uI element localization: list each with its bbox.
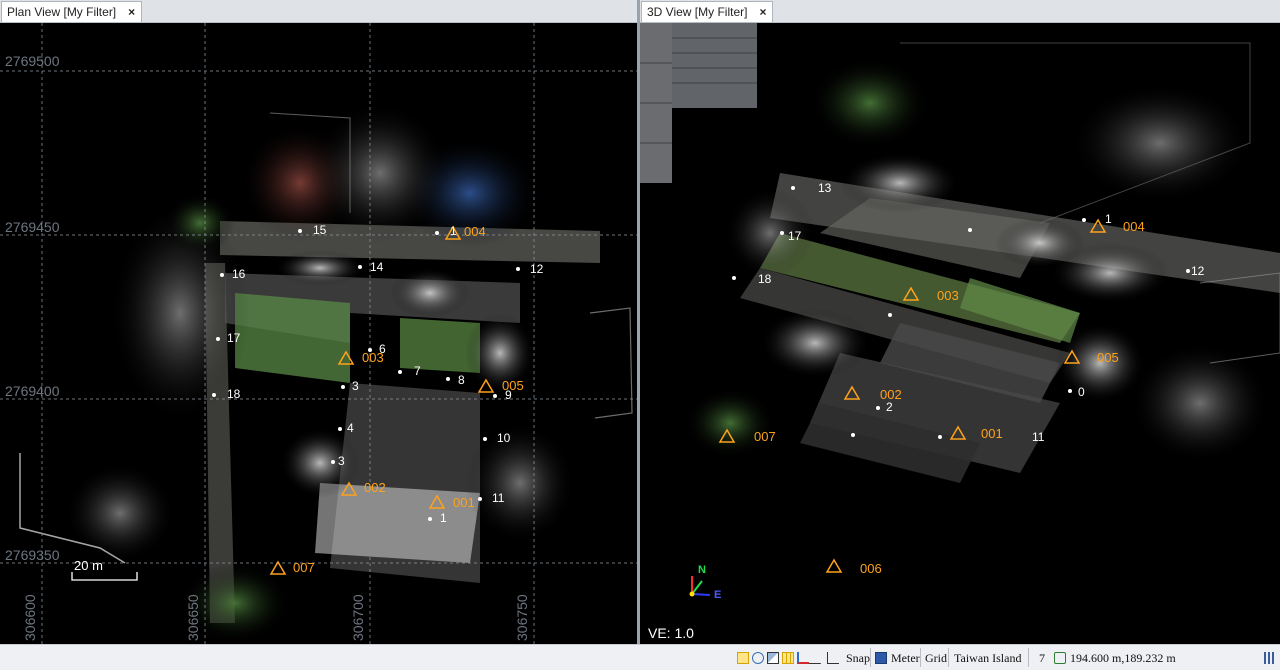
point-label: 12: [530, 262, 544, 276]
cursor-coordinates-text: 194.600 m,189.232 m: [1070, 650, 1176, 665]
point-label: 18: [227, 387, 241, 401]
grid-snap-icon[interactable]: [782, 652, 794, 664]
point-label: 16: [232, 267, 246, 281]
point-label: 1: [440, 511, 447, 525]
orbit-icon[interactable]: [752, 652, 764, 664]
cursor-position-icon: [1054, 652, 1066, 664]
close-icon[interactable]: ×: [128, 5, 135, 19]
plan-view-pane: Plan View [My Filter] × 2769500 2769450 …: [0, 0, 637, 644]
point-label: 17: [227, 331, 241, 345]
point-label: 4: [347, 421, 354, 435]
status-separator: [948, 648, 949, 667]
station-label[interactable]: 007: [293, 560, 315, 575]
units-label: Meter: [891, 650, 920, 665]
station-label[interactable]: 002: [364, 480, 386, 495]
point-label: 8: [458, 373, 465, 387]
tab-3d-view[interactable]: 3D View [My Filter] ×: [641, 1, 774, 22]
scale-label: 20 m: [74, 558, 103, 573]
status-bar: Snap Meter Grid Taiwan Island 7 194.600 …: [0, 644, 1280, 670]
units-control[interactable]: Meter: [875, 650, 920, 666]
easting-label: 306650: [185, 594, 201, 641]
point-label: 1: [1105, 212, 1112, 226]
resize-grip[interactable]: [1264, 650, 1276, 666]
point-label: 3: [352, 379, 359, 393]
cursor-coordinates: 194.600 m,189.232 m: [1054, 650, 1176, 666]
plan-view-tabstrip: Plan View [My Filter] ×: [0, 0, 637, 23]
station-label[interactable]: 001: [453, 495, 475, 510]
axis-triad: [689, 576, 711, 597]
status-separator: [1028, 648, 1029, 667]
view-3d-pane: 3D View [My Filter] × N E VE: 1.0 004 00…: [640, 0, 1280, 644]
station-label[interactable]: 001: [981, 426, 1003, 441]
tab-3d-view-title: 3D View [My Filter]: [647, 5, 748, 19]
axis-e-label: E: [714, 589, 722, 601]
point-label: 17: [788, 229, 802, 243]
point-label: 18: [758, 272, 772, 286]
scale-bar: [71, 572, 138, 581]
point-label: 14: [370, 260, 384, 274]
status-separator: [920, 648, 921, 667]
coordinate-system-label[interactable]: Taiwan Island: [954, 650, 1021, 666]
point-cloud-3d: [640, 23, 1280, 597]
snap-label[interactable]: Snap: [846, 650, 870, 666]
point-label: 9: [505, 388, 512, 402]
view-3d-tabstrip: 3D View [My Filter] ×: [640, 0, 1280, 23]
station-label[interactable]: 004: [464, 224, 486, 239]
northing-label: 2769350: [5, 547, 60, 563]
display-mode-icon[interactable]: [767, 652, 779, 664]
point-label: 2: [886, 400, 893, 414]
grip-icon: [1264, 652, 1276, 664]
point-cloud-plan: [0, 23, 637, 644]
view-3d-canvas[interactable]: N E VE: 1.0 004 003 005 002 001 007 006 …: [640, 23, 1280, 644]
station-label[interactable]: 004: [1123, 219, 1145, 234]
northing-label: 2769500: [5, 53, 60, 69]
point-snap-icon[interactable]: [797, 652, 809, 664]
snap-toolbar: [737, 650, 839, 666]
point-label: 1: [450, 224, 457, 238]
selection-count: 7: [1039, 650, 1045, 665]
point-label: 12: [1191, 264, 1205, 278]
grid-label[interactable]: Grid: [925, 650, 947, 666]
tab-plan-view-title: Plan View [My Filter]: [7, 5, 117, 19]
axis-n-label: N: [698, 564, 706, 576]
station-label[interactable]: 007: [754, 429, 776, 444]
northing-label: 2769400: [5, 383, 60, 399]
tab-plan-view[interactable]: Plan View [My Filter] ×: [1, 1, 143, 22]
station-label[interactable]: 006: [860, 561, 882, 576]
status-separator: [870, 648, 871, 667]
perpendicular-snap-icon[interactable]: [827, 652, 839, 664]
station-label[interactable]: 003: [937, 288, 959, 303]
close-icon[interactable]: ×: [759, 5, 766, 19]
point-label: 7: [414, 364, 421, 378]
ruler-icon: [875, 652, 887, 664]
plan-view-canvas[interactable]: 2769500 2769450 2769400 2769350 306600 3…: [0, 23, 637, 644]
easting-label: 306700: [350, 594, 366, 641]
point-label: 11: [492, 491, 505, 505]
select-mode-icon[interactable]: [737, 652, 749, 664]
line-snap-icon[interactable]: [808, 652, 828, 664]
easting-label: 306750: [514, 594, 530, 641]
point-label: 11: [1032, 430, 1045, 444]
point-label: 6: [379, 342, 386, 356]
point-label: 10: [497, 431, 511, 445]
easting-label: 306600: [22, 594, 38, 641]
vertical-exaggeration-label: VE: 1.0: [648, 625, 694, 641]
point-label: 3: [338, 454, 345, 468]
point-label: 13: [818, 181, 832, 195]
northing-label: 2769450: [5, 219, 60, 235]
point-label: 15: [313, 223, 327, 237]
station-label[interactable]: 005: [1097, 350, 1119, 365]
point-label: 0: [1078, 385, 1085, 399]
